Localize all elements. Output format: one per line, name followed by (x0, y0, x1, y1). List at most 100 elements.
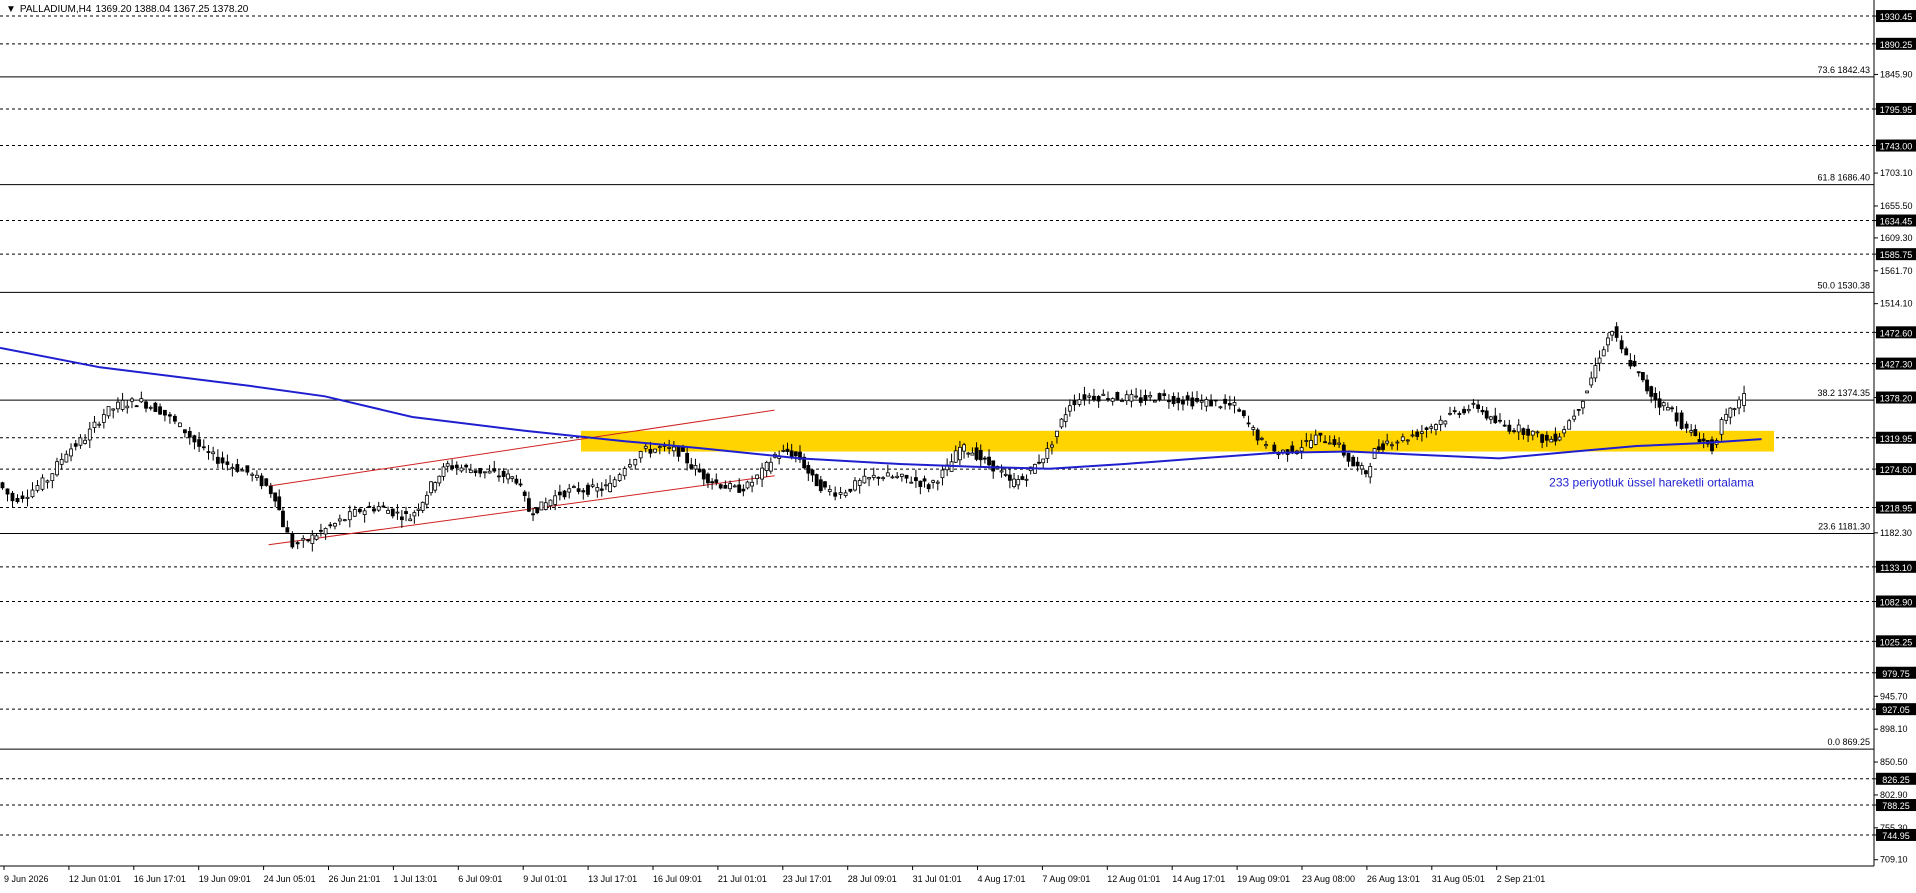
candle-body (1376, 446, 1381, 451)
price-tick-label: 1472.60 (1880, 328, 1913, 338)
candle-body (69, 448, 73, 457)
chart-header: ▼ PALLADIUM,H4 1369.20 1388.04 1367.25 137… (6, 4, 252, 15)
candle-body (1636, 371, 1641, 374)
candle-body (420, 501, 425, 511)
candle-body (737, 484, 742, 493)
candle-body (1498, 419, 1502, 422)
candle-body (818, 479, 823, 492)
candle-body (857, 480, 862, 486)
price-tick-label: 1743.00 (1880, 142, 1913, 152)
candle-body (885, 472, 890, 477)
candle-body (250, 473, 255, 476)
candle-body (404, 511, 408, 514)
candle-body (1276, 453, 1281, 456)
candle-body (5, 488, 10, 495)
candle-body (310, 534, 315, 544)
candle-body (741, 488, 746, 492)
candle-body (1138, 397, 1143, 403)
price-tick-label: 788.25 (1882, 801, 1910, 811)
time-tick-label: 21 Jul 01:01 (718, 874, 767, 884)
candle-body (259, 475, 264, 487)
price-tick-label: 1218.95 (1880, 504, 1913, 514)
candle-body (1041, 458, 1046, 464)
candle-body (220, 457, 225, 464)
candle-body (1059, 418, 1064, 428)
price-tick-label: 1585.75 (1880, 250, 1913, 260)
candle-body (1530, 430, 1535, 436)
candle-body (1719, 419, 1724, 435)
fib-level-label: 73.6 1842.43 (1817, 65, 1870, 75)
candle-body (1521, 428, 1526, 435)
candle-body (148, 406, 153, 409)
price-tick-label: 927.05 (1882, 705, 1910, 715)
candle-body (781, 450, 786, 452)
candle-body (1176, 397, 1181, 404)
candle-body (1082, 394, 1087, 400)
candle-body (706, 473, 710, 484)
candle-body (890, 476, 895, 479)
time-tick-label: 31 Jul 01:01 (913, 874, 962, 884)
candle-body (1701, 438, 1706, 442)
candle-body (810, 469, 815, 476)
candle-body (1204, 399, 1209, 407)
candle-body (433, 482, 438, 491)
candle-body (111, 408, 116, 411)
candle-body (1152, 400, 1157, 403)
candle-body (230, 466, 235, 469)
price-tick-label: 979.75 (1882, 669, 1910, 679)
candle-body (853, 480, 857, 491)
candle-body (295, 542, 300, 545)
candle-body (862, 475, 867, 484)
candle-body (15, 497, 20, 503)
candle-body (876, 476, 881, 479)
candle-body (1684, 423, 1689, 429)
candle-body (653, 448, 658, 453)
candle-body (1007, 474, 1012, 481)
candle-body (1167, 400, 1171, 403)
candle-body (83, 439, 88, 444)
candle-body (225, 461, 230, 465)
candle-body (478, 467, 483, 474)
candle-body (1471, 402, 1476, 405)
candle-body (1670, 407, 1674, 410)
candle-body (871, 474, 876, 478)
candle-body (1544, 434, 1549, 441)
candle-body (1304, 440, 1309, 442)
candle-body (978, 449, 983, 461)
candle-body (268, 485, 273, 495)
candle-body (390, 508, 395, 517)
candle-body (1581, 400, 1585, 409)
chart-area[interactable]: 73.6 1842.43 61.8 1686.40 50.0 1530.38 38.2… (0, 0, 1916, 888)
candle-body (557, 491, 562, 496)
candle-body (1443, 420, 1448, 425)
candle-body (535, 507, 540, 514)
candle-body (806, 465, 811, 474)
candle-body (424, 494, 429, 505)
candle-body (838, 492, 843, 495)
collapse-arrow-icon[interactable]: ▼ (6, 4, 16, 15)
candle-body (1567, 420, 1572, 430)
candle-body (1462, 408, 1466, 414)
candle-body (1346, 452, 1351, 462)
candle-body (30, 489, 35, 498)
time-tick-label: 23 Jul 17:01 (783, 874, 832, 884)
time-tick-label: 9 Jul 01:01 (523, 874, 567, 884)
candle-body (1661, 402, 1666, 407)
candle-body (55, 461, 59, 476)
candle-body (429, 481, 433, 494)
candle-body (1318, 432, 1323, 436)
price-tick-label: 1514.10 (1880, 299, 1913, 309)
candle-body (1553, 433, 1558, 442)
candle-body (1512, 430, 1516, 433)
candle-body (445, 463, 450, 467)
candle-body (522, 491, 527, 496)
price-tick-label: 1025.25 (1880, 637, 1913, 647)
candle-body (643, 445, 648, 449)
price-chart[interactable]: 73.6 1842.43 61.8 1686.40 50.0 1530.38 38.2… (0, 0, 1916, 888)
time-tick-label: 26 Aug 13:01 (1367, 874, 1420, 884)
candle-body (1693, 429, 1698, 436)
candle-body (1309, 440, 1313, 448)
candle-body (1576, 409, 1581, 411)
candle-body (1129, 394, 1134, 402)
candle-body (173, 415, 177, 422)
